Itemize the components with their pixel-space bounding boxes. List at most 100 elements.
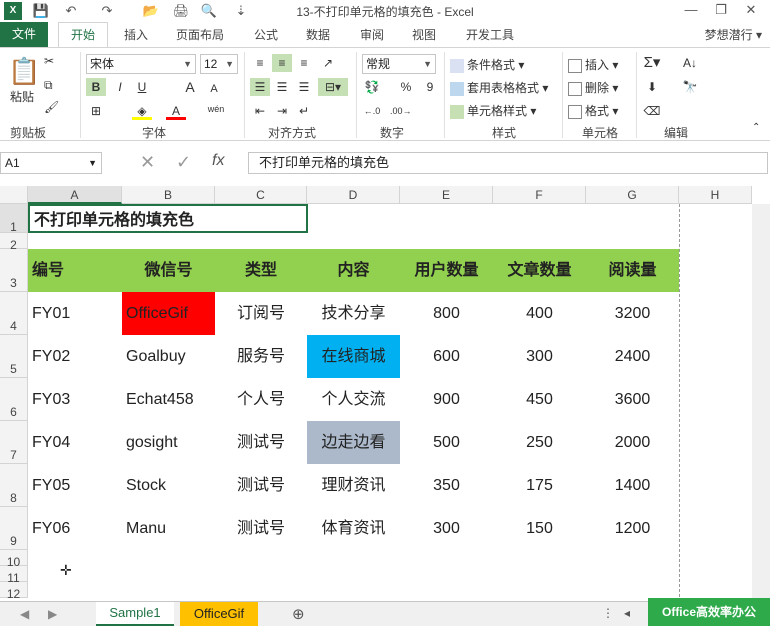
format-cells-button[interactable]: 格式 ▾ [568,102,618,119]
table-cell[interactable]: 订阅号 [215,292,307,335]
tab-review[interactable]: 审阅 [360,26,384,43]
vertical-scrollbar[interactable] [752,204,770,602]
sheet-tab-officegif[interactable]: OfficeGif [180,602,258,626]
table-header-cell[interactable]: 文章数量 [493,249,586,292]
tab-formulas[interactable]: 公式 [254,26,278,43]
row-header[interactable]: 7 [0,421,28,464]
collapse-ribbon-icon[interactable]: ⌃ [752,122,760,133]
paste-button[interactable]: 粘贴 [10,88,34,105]
table-cell[interactable]: OfficeGif [122,292,215,335]
align-bottom-icon[interactable]: ≡ [294,54,314,72]
table-cell[interactable]: Manu [122,507,215,550]
conditional-format-button[interactable]: 条件格式 ▾ [450,56,524,73]
table-cell[interactable]: FY06 [28,507,122,550]
font-size-combo[interactable]: 12 ▼ [200,54,238,74]
column-header[interactable]: G [586,186,679,204]
table-cell[interactable]: 理财资讯 [307,464,400,507]
find-icon[interactable]: 🔭 [680,78,700,96]
table-header-cell[interactable]: 用户数量 [400,249,493,292]
cut-icon[interactable]: ✂ [44,54,54,68]
select-all-corner[interactable] [0,186,28,204]
table-cell[interactable]: gosight [122,421,215,464]
table-cell[interactable]: 在线商城 [307,335,400,378]
tab-home[interactable]: 开始 [58,22,108,48]
table-cell[interactable]: Stock [122,464,215,507]
decrease-decimal-icon[interactable]: .00→ [390,102,412,120]
wrap-text-icon[interactable]: ↵ [294,102,314,120]
column-header[interactable]: C [215,186,307,204]
table-cell[interactable]: 300 [493,335,586,378]
table-header-cell[interactable]: 阅读量 [586,249,679,292]
column-header[interactable]: D [307,186,400,204]
cell-styles-button[interactable]: 单元格样式 ▾ [450,102,536,119]
phonetic-button[interactable]: wén [206,100,226,118]
table-cell[interactable]: 1400 [586,464,679,507]
insert-function-icon[interactable]: fx [212,152,224,170]
table-cell[interactable]: 175 [493,464,586,507]
table-cell[interactable]: Echat458 [122,378,215,421]
name-box[interactable]: A1 ▼ [0,152,102,174]
column-header[interactable]: B [122,186,215,204]
sheet-title-cell[interactable]: 不打印单元格的填充色 [28,204,308,233]
row-header[interactable]: 12 [0,582,28,601]
format-painter-icon[interactable]: 🖌 [44,100,59,114]
table-cell[interactable]: 技术分享 [307,292,400,335]
percent-button[interactable]: % [396,78,416,96]
insert-cells-button[interactable]: 插入 ▾ [568,56,618,73]
worksheet-grid[interactable]: ABCDEFGH 1 2 3 4 5 6 7 8 9 10 11 12 不打印单元格的填充色 编号 微信号… [0,186,770,602]
table-cell[interactable]: 个人号 [215,378,307,421]
row-header[interactable]: 9 [0,507,28,550]
align-top-icon[interactable]: ≡ [250,54,270,72]
table-cell[interactable]: 150 [493,507,586,550]
table-cell[interactable]: 测试号 [215,421,307,464]
number-format-combo[interactable]: 常规 ▼ [362,54,436,74]
table-cell[interactable]: 3200 [586,292,679,335]
row-header[interactable]: 10 [0,550,28,569]
scroll-left-icon[interactable]: ◂ [624,606,630,620]
row-header[interactable]: 6 [0,378,28,421]
column-header[interactable]: H [679,186,752,204]
tab-view[interactable]: 视图 [412,26,436,43]
align-left-icon[interactable]: ☰ [250,78,270,96]
fill-color-icon[interactable]: ◈ [132,102,152,120]
sort-filter-icon[interactable]: A↓ [680,54,700,72]
font-color-icon[interactable]: A [166,102,186,120]
delete-cells-button[interactable]: 删除 ▾ [568,79,618,96]
comma-button[interactable]: 9 [420,78,440,96]
font-name-combo[interactable]: 宋体 ▼ [86,54,196,74]
align-middle-icon[interactable]: ≡ [272,54,292,72]
row-header[interactable]: 3 [0,249,28,292]
table-cell[interactable]: 测试号 [215,507,307,550]
table-cell[interactable]: 350 [400,464,493,507]
table-cell[interactable]: 400 [493,292,586,335]
row-header[interactable]: 11 [0,566,28,585]
table-cell[interactable]: 体育资讯 [307,507,400,550]
currency-icon[interactable]: 💱 [362,78,382,96]
tab-developer[interactable]: 开发工具 [466,26,514,43]
bold-button[interactable]: B [86,78,106,96]
table-cell[interactable]: 600 [400,335,493,378]
underline-button[interactable]: U [132,78,152,96]
row-header[interactable]: 2 [0,233,28,252]
table-cell[interactable]: FY04 [28,421,122,464]
enter-icon[interactable]: ✓ [176,152,191,173]
table-cell[interactable]: 1200 [586,507,679,550]
formula-input[interactable]: 不打印单元格的填充色 [248,152,768,174]
table-cell[interactable]: 2400 [586,335,679,378]
autosum-icon[interactable]: Σ▾ [642,54,662,72]
table-cell[interactable]: 300 [400,507,493,550]
increase-indent-icon[interactable]: ⇥ [272,102,292,120]
table-cell[interactable]: Goalbuy [122,335,215,378]
table-header-cell[interactable]: 微信号 [122,249,215,292]
table-cell[interactable]: 800 [400,292,493,335]
format-as-table-button[interactable]: 套用表格格式 ▾ [450,79,548,96]
table-cell[interactable]: 个人交流 [307,378,400,421]
table-cell[interactable]: 测试号 [215,464,307,507]
row-header[interactable]: 8 [0,464,28,507]
column-header[interactable]: F [493,186,586,204]
borders-icon[interactable]: ⊞ [86,102,106,120]
table-header-cell[interactable]: 内容 [307,249,400,292]
merge-center-icon[interactable]: ⊟▾ [318,78,348,96]
cancel-icon[interactable]: ✕ [140,152,155,173]
column-header[interactable]: A [28,186,122,204]
